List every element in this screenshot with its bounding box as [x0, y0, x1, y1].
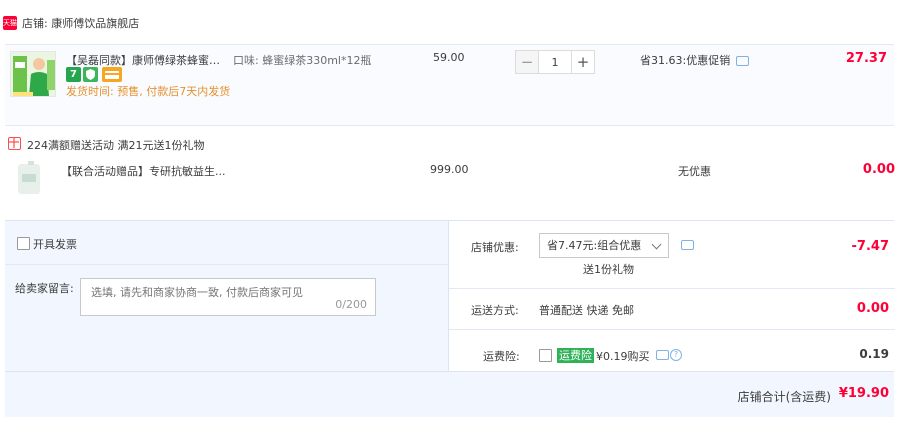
product-row: 【吴磊同款】康师傅绿茶蜂蜜味... 口味: 蜂蜜绿茶330ml*12瓶 7 发货…: [5, 44, 894, 126]
invoice-checkbox[interactable]: [17, 237, 30, 250]
tmall-logo-icon: 天猫: [3, 16, 17, 30]
gift-price: 999.00: [430, 163, 469, 176]
freight-insurance-price: ¥0.19购买: [596, 350, 650, 363]
unit-price: 59.00: [433, 51, 465, 64]
message-label: 给卖家留言:: [15, 282, 74, 295]
credit-card-icon[interactable]: [102, 67, 122, 82]
order-summary: 店铺优惠: 省7.47元:组合优惠 送1份礼物 -7.47 运送方式: 普通配送…: [448, 221, 895, 371]
store-total-row: 店铺合计(含运费) ¥19.90: [5, 371, 894, 417]
product-title-link[interactable]: 【吴磊同款】康师傅绿茶蜂蜜味...: [66, 52, 226, 68]
shipping-method-value: 普通配送 快递 免邮: [539, 304, 634, 317]
gift-icon: [8, 137, 21, 150]
gift-row-total: 0.00: [862, 162, 895, 177]
gift-section: 224满额赠送活动 满21元送1份礼物 【联合活动赠品】专研抗敏益生... 99…: [0, 127, 903, 212]
divider: [5, 264, 448, 265]
seller-message-input[interactable]: [91, 286, 361, 299]
shop-discount-label: 店铺优惠:: [471, 241, 519, 254]
message-char-count: 0/200: [335, 298, 367, 311]
shop-discount-amount: -7.47: [851, 239, 889, 254]
quantity-input[interactable]: [539, 50, 571, 74]
seven-day-return-icon[interactable]: 7: [66, 67, 81, 82]
store-name[interactable]: 店铺: 康师傅饮品旗舰店: [22, 15, 139, 31]
promo-comment-icon[interactable]: [736, 56, 749, 66]
shipping-time-note: 发货时间: 预售, 付款后7天内发货: [66, 85, 231, 98]
gift-thumbnail[interactable]: [10, 160, 54, 196]
guarantee-icon[interactable]: [83, 67, 98, 82]
product-thumbnail[interactable]: [10, 51, 56, 97]
freight-insurance-checkbox[interactable]: [539, 349, 552, 362]
store-header: 天猫 店铺: 康师傅饮品旗舰店: [0, 0, 903, 44]
help-question-icon[interactable]: ?: [670, 349, 682, 361]
shipping-fee: 0.00: [856, 301, 889, 316]
shop-discount-value-text: 省7.47元:组合优惠: [547, 239, 642, 252]
divider: [449, 329, 895, 330]
product-row-total: 27.37: [845, 51, 887, 66]
discount-comment-icon[interactable]: [681, 240, 694, 250]
invoice-label: 开具发票: [33, 238, 77, 251]
shop-discount-select[interactable]: 省7.47元:组合优惠: [539, 233, 669, 258]
divider: [449, 288, 895, 289]
discount-gift-note: 送1份礼物: [583, 263, 634, 276]
gift-activity-title: 224满额赠送活动 满21元送1份礼物: [27, 139, 205, 152]
product-sku: 口味: 蜂蜜绿茶330ml*12瓶: [233, 54, 372, 67]
quantity-increase-button[interactable]: +: [571, 50, 595, 74]
quantity-stepper: − +: [515, 50, 595, 74]
store-total-label: 店铺合计(含运费): [737, 390, 831, 404]
shipping-method-label: 运送方式:: [471, 304, 519, 317]
freight-insurance-amount: 0.19: [859, 347, 889, 361]
freight-insurance-label: 运费险:: [483, 350, 520, 363]
freight-insurance-badge: 运费险: [557, 348, 594, 363]
gift-promo-text: 无优惠: [678, 165, 711, 178]
product-promo-text[interactable]: 省31.63:优惠促销: [640, 52, 730, 68]
gift-title-link[interactable]: 【联合活动赠品】专研抗敏益生...: [61, 163, 226, 179]
store-total-amount: ¥19.90: [838, 386, 889, 401]
chevron-down-icon: [651, 239, 662, 250]
insurance-comment-icon[interactable]: [656, 350, 669, 360]
order-settlement-panel: 开具发票 给卖家留言: 0/200 店铺优惠: 省7.47元:组合优惠 送1份礼…: [5, 220, 895, 417]
quantity-decrease-button[interactable]: −: [515, 50, 539, 74]
buyer-options: 开具发票 给卖家留言: 0/200: [5, 221, 448, 371]
seller-message-box: 0/200: [80, 278, 376, 316]
